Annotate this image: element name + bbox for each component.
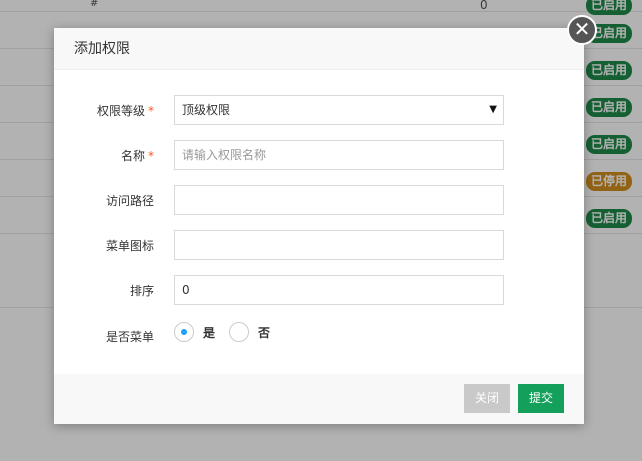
order-input[interactable] <box>174 275 504 305</box>
name-label: 名称 * <box>120 149 154 163</box>
radio-no[interactable] <box>229 322 249 342</box>
level-label: 权限等级 * <box>96 104 154 118</box>
radio-yes-label[interactable]: 是 <box>203 324 215 341</box>
icon-row: 菜单图标 <box>54 230 584 260</box>
menu-icon-input[interactable] <box>174 230 504 260</box>
level-selected-value: 顶级权限 <box>182 103 231 117</box>
path-input[interactable] <box>174 185 504 215</box>
path-row: 访问路径 <box>54 185 584 215</box>
add-permission-dialog: 添加权限 权限等级* 顶级权限 ▼ 名称* 访问路径 菜单图标 排序 是否菜单 … <box>54 28 584 424</box>
level-select[interactable]: 顶级权限 ▼ <box>174 95 504 125</box>
path-label: 访问路径 <box>105 194 154 208</box>
dialog-title: 添加权限 <box>54 28 584 70</box>
required-mark: * <box>148 149 154 163</box>
close-button[interactable]: 关闭 <box>464 384 510 413</box>
is-menu-label: 是否菜单 <box>105 330 154 344</box>
dialog-footer: 关闭 提交 <box>54 374 584 424</box>
name-input[interactable] <box>174 140 504 170</box>
order-label: 排序 <box>129 284 154 298</box>
required-mark: * <box>148 104 154 118</box>
level-row: 权限等级 * 顶级权限 ▼ <box>54 95 584 125</box>
is-menu-row: 是否菜单 是 否 <box>54 320 584 350</box>
icon-label: 菜单图标 <box>105 239 154 253</box>
radio-yes[interactable] <box>174 322 194 342</box>
dropdown-arrow-icon: ▼ <box>489 104 497 115</box>
order-row: 排序 <box>54 275 584 305</box>
submit-button[interactable]: 提交 <box>518 384 564 413</box>
radio-no-label[interactable]: 否 <box>258 324 270 341</box>
name-row: 名称 * <box>54 140 584 170</box>
close-icon[interactable]: ✕ <box>567 15 597 45</box>
